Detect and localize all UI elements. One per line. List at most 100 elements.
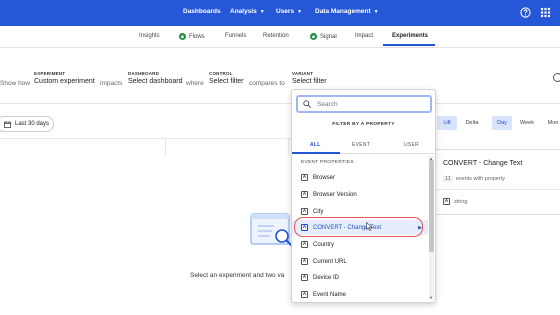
scroll-up-icon[interactable]: ▲ [429,156,433,161]
tab-flows[interactable]: ◆ Flows [179,33,205,40]
nav-dashboards[interactable]: Dashboards [183,8,221,15]
chevron-down-icon: ▼ [297,8,303,15]
string-type-icon: A [301,291,308,298]
variant-caption: VARIANT [292,71,314,76]
list-item-device-id[interactable]: A Device ID [292,270,428,285]
string-type-icon: A [301,208,308,215]
toggle-week[interactable]: Week [516,116,538,130]
nav-users-label: Users [276,8,295,15]
tab-funnels[interactable]: Funnels [225,33,246,39]
filter-by-property-label: FILTER BY A PROPERTY [332,122,395,127]
card-divider [435,189,560,190]
nav-analysis[interactable]: Analysis ▼ [230,8,265,15]
string-type-icon: A [301,224,308,231]
tab-flows-label: Flows [189,33,205,40]
variant-value: Select filter [292,78,327,85]
list-item-city[interactable]: A City [292,204,428,219]
tab-funnels-label: Funnels [225,33,247,39]
scrollbar-thumb[interactable] [429,160,434,252]
string-type-icon: A [301,241,308,248]
string-type-icon: A [301,191,308,198]
query-fragment: where [186,80,204,87]
list-item-label: Browser Version [313,191,357,198]
list-item-browser-version[interactable]: A Browser Version [292,187,428,202]
string-type-icon: A [301,274,308,281]
string-type-icon: A [443,198,450,205]
query-fragment: compares to [249,80,285,87]
scroll-down-icon[interactable]: ▼ [429,295,433,300]
nav-users[interactable]: Users ▼ [276,8,302,15]
list-item-label: Device ID [313,274,340,281]
app-root: Dashboards Analysis ▼ Users ▼ Data Manag… [0,0,560,315]
search-box[interactable] [296,95,432,113]
tab-impact-label: Impact [355,33,374,39]
nav-data-management[interactable]: Data Management ▼ [315,8,379,15]
flows-badge-icon: ◆ [179,33,186,40]
tab-impact[interactable]: Impact [355,33,373,39]
list-item-country[interactable]: A Country [292,237,428,252]
tab-signal[interactable]: ◆ Signal [310,33,337,40]
experiment-selector[interactable]: EXPERIMENT Custom experiment [34,71,95,85]
active-tab-underline [292,152,340,154]
string-type-icon: A [301,258,308,265]
search-icon [303,100,311,108]
chart-header-divider [288,138,289,156]
control-caption: CONTROL [209,71,233,76]
tab-user[interactable]: USER [404,142,419,148]
dashboard-selector[interactable]: DASHBOARD Select dashboard [128,71,182,85]
section-divider [0,103,560,104]
tab-experiments[interactable]: Experiments [392,33,428,39]
toggle-month[interactable]: Mon [544,116,560,130]
nav-analysis-label: Analysis [230,8,257,15]
tab-retention-label: Retention [263,33,289,39]
tab-all[interactable]: ALL [310,142,321,148]
list-item-convert-change-text[interactable]: A CONVERT - Change Text ▶ [292,220,428,235]
chevron-down-icon: ▼ [373,8,379,15]
date-range-label: Last 30 days [15,121,50,127]
tab-retention[interactable]: Retention [263,33,289,39]
chevron-down-icon: ▼ [259,8,265,15]
property-detail-card: CONVERT - Change Text 11 events with pro… [434,149,560,215]
property-count-number: 11 [443,176,453,182]
empty-state-illustration-icon [250,213,293,247]
dashboard-caption: DASHBOARD [128,71,160,76]
top-nav: Dashboards Analysis ▼ Users ▼ Data Manag… [0,0,560,26]
settings-icon[interactable] [553,73,560,82]
sub-nav: Insights ◆ Flows Funnels Retention ◆ Sig… [0,26,560,48]
toggle-day[interactable]: Day [492,116,512,130]
toggle-lift[interactable]: Lift [437,116,457,130]
tab-event[interactable]: EVENT [352,142,370,148]
string-type-icon: A [301,174,308,181]
event-properties-heading: EVENT PROPERTIES [301,160,354,165]
list-item-event-name[interactable]: A Event Name [292,287,428,302]
chevron-right-icon: ▶ [418,224,422,231]
signal-badge-icon: ◆ [310,33,317,40]
list-item-browser[interactable]: A Browser [292,170,428,185]
control-selector[interactable]: CONTROL Select filter [209,71,244,85]
experiment-value: Custom experiment [34,78,95,85]
tab-insights-label: Insights [139,33,160,39]
active-tab-underline [383,44,435,46]
property-count-suffix: events with property [455,176,505,182]
search-input[interactable] [317,100,417,108]
list-item-label: Country [313,241,335,248]
help-icon[interactable] [520,7,531,18]
query-fragment: impacts [100,80,123,87]
nav-dashboards-label: Dashboards [183,8,221,15]
tab-insights[interactable]: Insights [139,33,160,39]
empty-state-text: Select an experiment and two va [190,272,285,279]
list-item-label: City [313,208,324,215]
toggle-delta[interactable]: Delta [461,116,483,130]
date-range-button[interactable]: Last 30 days [0,116,54,132]
variant-selector[interactable]: VARIANT Select filter [292,71,327,85]
tab-experiments-label: Experiments [392,33,429,39]
property-title: CONVERT - Change Text [443,160,523,167]
query-sentence: Show how EXPERIMENT Custom experiment im… [0,68,560,90]
apps-grid-icon[interactable] [540,7,551,18]
list-item-label: Event Name [313,291,347,298]
property-type-label: string [454,198,468,205]
list-item-current-url[interactable]: A Current URL [292,254,428,269]
chart-header-divider [165,138,166,156]
query-fragment: Show how [0,80,30,87]
property-filter-dropdown: FILTER BY A PROPERTY ALL EVENT USER EVEN… [291,89,436,303]
